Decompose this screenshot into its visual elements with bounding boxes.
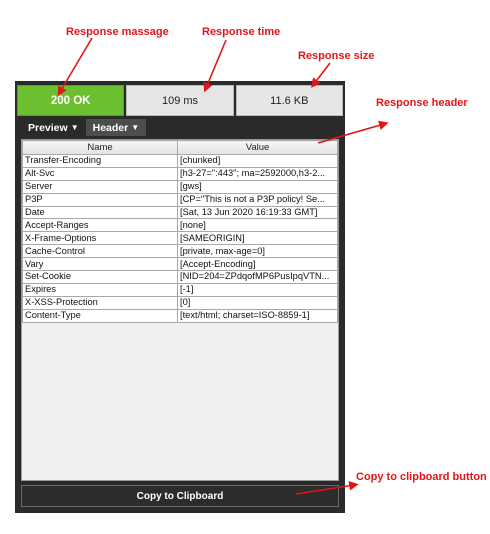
- header-name-cell: Cache-Control: [22, 244, 178, 259]
- header-value-cell: [-1]: [177, 282, 338, 297]
- table-row[interactable]: Accept-Ranges [none]: [22, 218, 338, 233]
- table-row[interactable]: Content-Type [text/html; charset=ISO-8859…: [22, 308, 338, 323]
- table-row[interactable]: Cache-Control [private, max-age=0]: [22, 244, 338, 259]
- header-name-cell: Transfer-Encoding: [22, 154, 178, 168]
- annotation-response-size: Response size: [298, 50, 375, 62]
- annotation-response-message: Response massage: [66, 26, 169, 38]
- table-row[interactable]: Transfer-Encoding [chunked]: [22, 154, 338, 168]
- tab-header[interactable]: Header ▼: [85, 119, 147, 136]
- tab-preview-label: Preview: [28, 121, 68, 134]
- response-panel: 200 OK 109 ms 11.6 KB Preview ▼ Header ▼…: [15, 81, 345, 513]
- table-row[interactable]: Alt-Svc [h3-27=":443"; ma=2592000,h3-2...: [22, 166, 338, 181]
- annotation-response-header: Response header: [376, 97, 468, 109]
- header-table-container[interactable]: Name Value Transfer-Encoding [chunked] Alt…: [21, 139, 339, 481]
- header-value-cell: [text/html; charset=ISO-8859-1]: [177, 308, 338, 323]
- header-value-cell: [SAMEORIGIN]: [177, 231, 338, 246]
- header-value-cell: [gws]: [177, 179, 338, 194]
- annotation-copy-button: Copy to clipboard button: [356, 471, 487, 483]
- header-name-cell: Accept-Ranges: [22, 218, 178, 233]
- header-value-cell: [private, max-age=0]: [177, 244, 338, 259]
- tab-bar: Preview ▼ Header ▼: [21, 119, 147, 136]
- response-time: 109 ms: [126, 85, 234, 116]
- header-name-cell: Set-Cookie: [22, 270, 178, 284]
- header-table: Name Value Transfer-Encoding [chunked] Alt…: [22, 140, 338, 323]
- header-rows: Transfer-Encoding [chunked] Alt-Svc [h3-27=…: [22, 154, 338, 323]
- header-value-cell: [Accept-Encoding]: [177, 257, 338, 272]
- header-name-cell: Date: [22, 205, 178, 220]
- status-bar: 200 OK 109 ms 11.6 KB: [17, 85, 343, 116]
- column-header-name[interactable]: Name: [22, 140, 178, 155]
- header-value-cell: [NID=204=ZPdqofMP6PusIpqVTN...: [177, 270, 338, 284]
- header-name-cell: Expires: [22, 282, 178, 297]
- table-row[interactable]: X-Frame-Options [SAMEORIGIN]: [22, 231, 338, 246]
- header-name-cell: Vary: [22, 257, 178, 272]
- header-name-cell: Alt-Svc: [22, 166, 178, 181]
- header-value-cell: [none]: [177, 218, 338, 233]
- tab-header-label: Header: [92, 121, 129, 134]
- header-value-cell: [h3-27=":443"; ma=2592000,h3-2...: [177, 166, 338, 181]
- caret-down-icon: ▼: [70, 123, 79, 132]
- column-header-value[interactable]: Value: [177, 140, 338, 155]
- header-name-cell: Server: [22, 179, 178, 194]
- table-header-row: Name Value: [22, 140, 338, 155]
- header-name-cell: P3P: [22, 192, 178, 207]
- copy-to-clipboard-button[interactable]: Copy to Clipboard: [21, 485, 339, 507]
- response-size: 11.6 KB: [235, 85, 343, 116]
- header-value-cell: [chunked]: [177, 154, 338, 168]
- response-message: 200 OK: [17, 85, 125, 116]
- header-name-cell: X-XSS-Protection: [22, 295, 178, 310]
- header-value-cell: [0]: [177, 295, 338, 310]
- tab-preview[interactable]: Preview ▼: [21, 119, 86, 136]
- header-value-cell: [Sat, 13 Jun 2020 16:19:33 GMT]: [177, 205, 338, 220]
- annotation-response-time: Response time: [202, 26, 281, 38]
- header-name-cell: Content-Type: [22, 308, 178, 323]
- table-row[interactable]: Vary [Accept-Encoding]: [22, 257, 338, 272]
- table-row[interactable]: Expires [-1]: [22, 282, 338, 297]
- table-row[interactable]: P3P [CP="This is not a P3P policy! Se...: [22, 192, 338, 207]
- table-row[interactable]: Date [Sat, 13 Jun 2020 16:19:33 GMT]: [22, 205, 338, 220]
- table-row[interactable]: Server [gws]: [22, 179, 338, 194]
- header-value-cell: [CP="This is not a P3P policy! Se...: [177, 192, 338, 207]
- caret-down-icon: ▼: [131, 123, 140, 132]
- table-row[interactable]: Set-Cookie [NID=204=ZPdqofMP6PusIpqVTN...: [22, 270, 338, 284]
- table-row[interactable]: X-XSS-Protection [0]: [22, 295, 338, 310]
- header-name-cell: X-Frame-Options: [22, 231, 178, 246]
